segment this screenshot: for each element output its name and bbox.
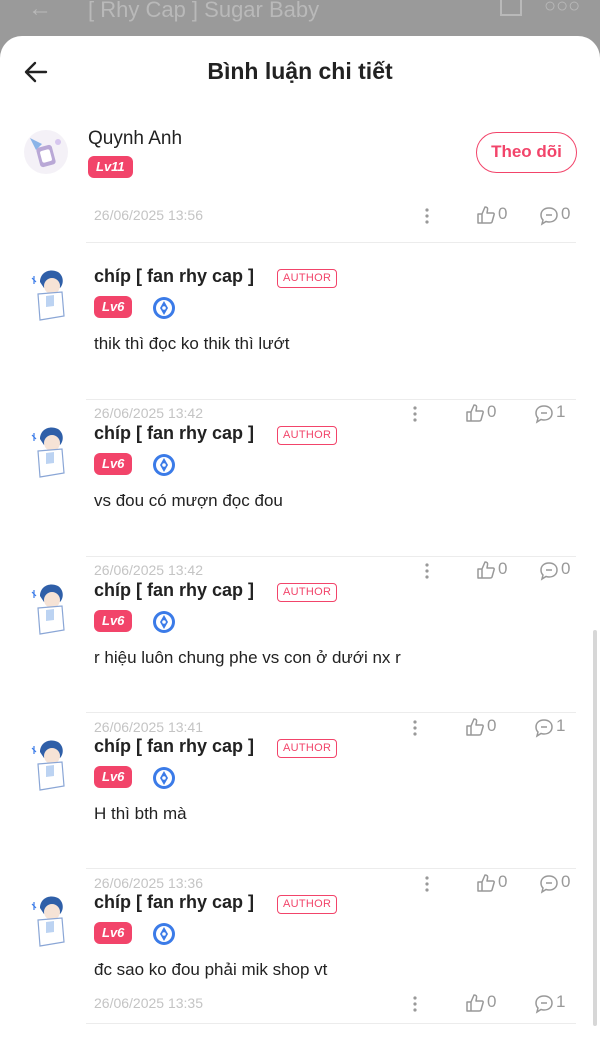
comment-item: chíp [ fan rhy cap ] AUTHOR Lv6 H thì bt… [0, 712, 600, 894]
avatar[interactable] [26, 890, 76, 952]
comment-text: thik thì đọc ko thik thì lướt [94, 334, 290, 353]
meta-row: 26/06/2025 13:35 0 1 [0, 992, 600, 1016]
comment-text: vs đou có mượn đọc đou [94, 491, 283, 510]
meta-row: 26/06/2025 13:56 0 0 [0, 204, 600, 228]
avatar[interactable] [22, 128, 70, 176]
comment-item: chíp [ fan rhy cap ] AUTHOR Lv6 đc sao k… [0, 868, 600, 1024]
commenter-name[interactable]: chíp [ fan rhy cap ] [94, 580, 254, 601]
avatar[interactable] [26, 264, 76, 326]
follow-button[interactable]: Theo dõi [476, 132, 577, 173]
divider [86, 712, 576, 713]
verified-badge-icon [153, 767, 175, 789]
comment-date: 26/06/2025 13:56 [94, 207, 203, 223]
like-icon[interactable] [476, 205, 496, 225]
verified-badge-icon [153, 611, 175, 633]
author-tag: AUTHOR [277, 426, 338, 445]
verified-badge-icon [153, 923, 175, 945]
comment-item: chíp [ fan rhy cap ] AUTHOR Lv6 vs đou c… [0, 399, 600, 581]
more-options-icon[interactable] [424, 207, 430, 225]
divider [86, 242, 576, 243]
background-back-icon: ← [28, 0, 52, 22]
level-badge: Lv6 [94, 296, 133, 318]
comment-text: H thì bth mà [94, 804, 187, 823]
divider [86, 556, 576, 557]
like-count: 0 [487, 992, 497, 1011]
page-title: Bình luận chi tiết [207, 58, 393, 84]
reply-icon[interactable] [539, 206, 559, 226]
reply-count: 1 [556, 992, 566, 1011]
parent-author-name[interactable]: Quynh Anh [88, 128, 182, 150]
level-badge: Lv6 [94, 453, 133, 475]
commenter-name[interactable]: chíp [ fan rhy cap ] [94, 266, 254, 287]
divider [86, 1023, 576, 1024]
verified-badge-icon [153, 297, 175, 319]
level-badge: Lv11 [88, 156, 133, 178]
more-options-icon[interactable] [412, 995, 418, 1013]
avatar[interactable] [26, 734, 76, 796]
level-badge: Lv6 [94, 610, 133, 632]
avatar[interactable] [26, 421, 76, 483]
scrollbar[interactable] [593, 630, 597, 1026]
like-count: 0 [498, 204, 508, 223]
author-tag: AUTHOR [277, 269, 338, 288]
divider [86, 868, 576, 869]
reply-icon[interactable] [534, 994, 554, 1014]
parent-comment-meta: 26/06/2025 13:56 0 0 [0, 204, 600, 238]
like-icon[interactable] [465, 993, 485, 1013]
level-badge: Lv6 [94, 922, 133, 944]
background-download-icon [500, 0, 522, 16]
comment-text: đc sao ko đou phải mik shop vt [94, 960, 328, 979]
level-badge: Lv6 [94, 766, 133, 788]
comment-detail-sheet: Bình luận chi tiết Quynh Anh Lv11 Theo d… [0, 36, 600, 1048]
comment-item: chíp [ fan rhy cap ] AUTHOR Lv6 r hiệu l… [0, 556, 600, 738]
author-tag: AUTHOR [277, 583, 338, 602]
author-tag: AUTHOR [277, 895, 338, 914]
comment-item: chíp [ fan rhy cap ] AUTHOR Lv6 thik thì… [0, 242, 600, 424]
commenter-name[interactable]: chíp [ fan rhy cap ] [94, 892, 254, 913]
reply-count: 0 [561, 204, 571, 223]
verified-badge-icon [153, 454, 175, 476]
sheet-header: Bình luận chi tiết [0, 36, 600, 108]
background-title: [ Rhy Cap ] Sugar Baby [88, 0, 320, 22]
commenter-name[interactable]: chíp [ fan rhy cap ] [94, 423, 254, 444]
comment-text: r hiệu luôn chung phe vs con ở dưới nx r [94, 648, 401, 667]
divider [86, 399, 576, 400]
author-tag: AUTHOR [277, 739, 338, 758]
commenter-name[interactable]: chíp [ fan rhy cap ] [94, 736, 254, 757]
background-more-icon: ○○○ [544, 0, 581, 17]
avatar[interactable] [26, 578, 76, 640]
comment-date: 26/06/2025 13:35 [94, 995, 203, 1011]
